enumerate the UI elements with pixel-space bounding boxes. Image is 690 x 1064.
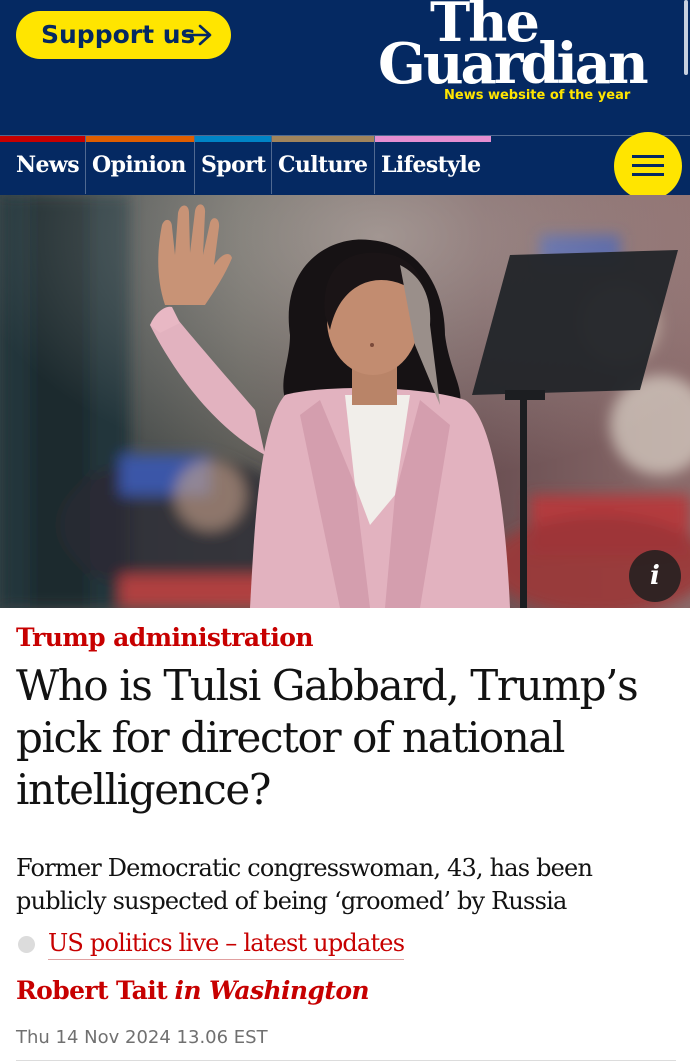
menu-button[interactable] [614, 132, 682, 200]
logo-tagline: News website of the year [444, 88, 631, 103]
byline-location: in Washington [174, 976, 369, 1005]
byline: Robert Tait in Washington [16, 976, 370, 1005]
hero-image: i [0, 195, 690, 608]
hero-photo [0, 195, 690, 608]
guardian-logo[interactable]: The Guardian News website of the year [378, 0, 668, 110]
article-kicker[interactable]: Trump administration [16, 623, 314, 652]
scrollbar[interactable] [684, 0, 688, 75]
article-standfirst: Former Democratic congresswoman, 43, has… [16, 854, 593, 915]
nav-lifestyle[interactable]: Lifestyle [375, 136, 491, 194]
publish-date[interactable]: Thu 14 Nov 2024 13.06 EST [16, 1027, 268, 1048]
nav-culture[interactable]: Culture [272, 136, 375, 194]
live-updates-link[interactable]: US politics live – latest updates [48, 927, 405, 960]
pillar-color-bar [0, 136, 86, 142]
live-indicator-icon [18, 936, 35, 953]
nav-news[interactable]: News [0, 136, 86, 194]
nav-sport-label: Sport [201, 152, 266, 178]
pillar-color-bar [272, 136, 375, 142]
info-icon: i [650, 561, 660, 591]
image-info-button[interactable]: i [629, 550, 681, 602]
pillar-color-bar [86, 136, 195, 142]
pillar-color-bar [195, 136, 272, 142]
nav-opinion[interactable]: Opinion [86, 136, 195, 194]
nav-culture-label: Culture [278, 152, 368, 178]
logo-guardian: Guardian [378, 31, 649, 97]
article-headline: Who is Tulsi Gabbard, Trump’s pick for d… [16, 661, 639, 814]
support-us-label: Support us [41, 20, 196, 49]
nav-opinion-label: Opinion [92, 152, 186, 178]
meta-divider [16, 1060, 676, 1061]
arrow-right-icon [183, 24, 212, 46]
masthead: Support us The Guardian News website of … [0, 0, 690, 200]
nav-lifestyle-label: Lifestyle [381, 152, 481, 178]
pillar-color-bar [375, 136, 491, 142]
nav-sport[interactable]: Sport [195, 136, 272, 194]
byline-author[interactable]: Robert Tait [16, 976, 168, 1005]
support-us-button[interactable]: Support us [16, 11, 231, 59]
